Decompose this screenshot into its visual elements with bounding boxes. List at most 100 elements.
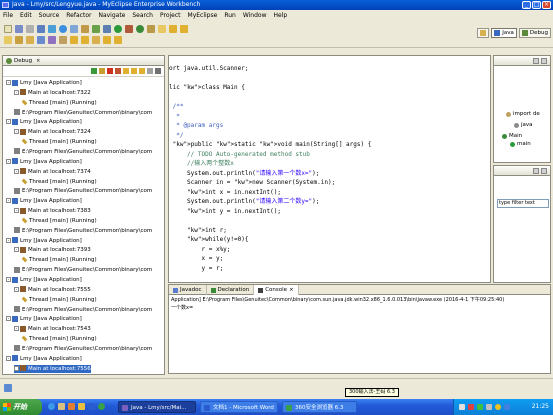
step-into-icon[interactable] (123, 68, 129, 74)
menu-myeclipse[interactable]: MyEclipse (188, 11, 218, 20)
debug-tree-item[interactable]: - Lmy [Java Application] (6, 118, 82, 126)
debug-run-icon[interactable] (103, 25, 111, 33)
view-menu-icon[interactable] (155, 68, 161, 74)
save-icon[interactable] (15, 25, 23, 33)
volume-icon[interactable] (486, 404, 492, 410)
browser-icon[interactable] (59, 25, 67, 33)
new-icon[interactable] (4, 25, 12, 33)
expand-toggle-icon[interactable]: - (6, 80, 11, 85)
open-perspective-button[interactable] (477, 28, 490, 38)
disconnect-icon[interactable] (115, 68, 121, 74)
menu-edit[interactable]: Edit (20, 11, 32, 20)
maximize-view-icon[interactable] (541, 167, 547, 174)
word-icon[interactable] (88, 403, 95, 410)
show-desktop-icon[interactable] (58, 403, 65, 410)
menu-help[interactable]: Help (274, 11, 288, 20)
debug-tree-item[interactable]: E:\Program Files\Genuitec\Common\binary\… (14, 148, 152, 156)
close-icon[interactable]: × (289, 285, 294, 295)
debug-tree-item[interactable]: - Lmy [Java Application] (6, 197, 82, 205)
tool-icon[interactable] (81, 25, 89, 33)
new-class-icon[interactable] (136, 25, 144, 33)
step-over-icon[interactable] (131, 68, 137, 74)
maximize-button[interactable]: □ (532, 1, 541, 9)
expand-toggle-icon[interactable]: - (14, 168, 19, 174)
debug-tree-item[interactable]: - Main at localhost:7383 (14, 207, 91, 215)
prev-annotation-icon[interactable] (81, 36, 89, 44)
next-annotation-icon[interactable] (70, 36, 78, 44)
debug-tree-item[interactable]: Thread [main] (Running) (21, 99, 97, 107)
debug-tree-item[interactable]: - Main at localhost:7543 (14, 325, 91, 333)
debug-tree-item[interactable]: - Lmy [Java Application] (6, 158, 82, 166)
debug-tree-item[interactable]: Thread [main] (Running) (21, 178, 97, 186)
expand-toggle-icon[interactable]: - (6, 355, 11, 361)
menu-project[interactable]: Project (160, 11, 181, 20)
minimize-view-icon[interactable] (533, 57, 539, 64)
menu-search[interactable]: Search (132, 11, 153, 20)
new-wizard-icon[interactable] (26, 36, 34, 44)
tab-javadoc[interactable]: Javadoc (169, 285, 207, 295)
tab-declaration[interactable]: Declaration (207, 285, 255, 295)
security-icon[interactable] (504, 404, 510, 410)
debug-tree-item[interactable]: - Main at localhost:7555 (14, 286, 91, 294)
outline-item[interactable]: java (514, 122, 533, 128)
debug-tab[interactable]: Debug × (3, 56, 164, 66)
debug-tree-item[interactable]: Thread [main] (Running) (21, 296, 97, 304)
taskbar-button[interactable]: Java - Lmy/src/Mai... (118, 401, 196, 413)
expand-toggle-icon[interactable]: - (14, 208, 19, 214)
code-editor[interactable]: ort java.util.Scanner; lic "kw">class Ma… (168, 55, 491, 283)
expand-toggle-icon[interactable]: - (6, 158, 11, 164)
expand-toggle-icon[interactable]: - (6, 237, 11, 243)
perspective-java[interactable]: Java (491, 28, 517, 38)
expand-toggle-icon[interactable]: - (14, 129, 19, 135)
print-icon[interactable] (26, 25, 34, 33)
run-icon[interactable] (114, 25, 122, 33)
browser-icon[interactable] (98, 403, 105, 410)
minimize-view-icon[interactable] (533, 167, 539, 174)
debug-tree-item[interactable]: - Main at localhost:7322 (14, 89, 91, 97)
ime-icon[interactable] (468, 404, 474, 410)
expand-toggle-icon[interactable]: - (6, 316, 11, 322)
expand-toggle-icon[interactable]: - (6, 198, 11, 204)
search-icon[interactable] (158, 25, 166, 33)
taskbar-button[interactable]: 文档1 - Microsoft Word (200, 401, 278, 413)
ie-icon[interactable] (48, 403, 55, 410)
external-tools-icon[interactable] (125, 25, 133, 33)
debug-tree-item[interactable]: E:\Program Files\Genuitec\Common\binary\… (14, 266, 152, 274)
last-edit-icon[interactable] (92, 36, 100, 44)
debug-tree-item[interactable]: - Lmy [Java Application] (6, 237, 82, 245)
expand-toggle-icon[interactable]: - (14, 89, 19, 95)
pen-icon[interactable] (48, 36, 56, 44)
terminate-icon[interactable] (107, 68, 113, 74)
debug-tree-item[interactable]: E:\Program Files\Genuitec\Common\binary\… (14, 109, 152, 117)
debug-tree-item[interactable]: - Main at localhost:7374 (14, 168, 91, 176)
menu-file[interactable]: File (3, 11, 13, 20)
debug-tree-item[interactable]: E:\Program Files\Genuitec\Common\binary\… (14, 227, 152, 235)
debug-tree-item[interactable]: - Main at localhost:7393 (14, 246, 91, 254)
explorer-icon[interactable] (78, 403, 85, 410)
expand-toggle-icon[interactable]: - (14, 326, 19, 332)
debug-tree-item[interactable]: Thread [main] (Running) (21, 217, 97, 225)
spring-icon[interactable] (92, 25, 100, 33)
debug-tree-item[interactable]: E:\Program Files\Genuitec\Common\binary\… (14, 345, 152, 353)
nav-forward-icon[interactable] (114, 36, 122, 44)
expand-toggle-icon[interactable]: - (14, 286, 19, 292)
debug-tree-item[interactable]: + Main at localhost:7556 (14, 364, 91, 373)
nav-back-icon[interactable] (103, 36, 111, 44)
drop-frame-icon[interactable] (147, 68, 153, 74)
debug-tree-item[interactable]: Thread [main] (Running) (21, 256, 97, 264)
menu-source[interactable]: Source (39, 11, 60, 20)
debug-tree-item[interactable]: - Lmy [Java Application] (6, 355, 82, 363)
code-text[interactable]: ort java.util.Scanner; lic "kw">class Ma… (169, 64, 371, 273)
network-icon[interactable] (459, 404, 465, 410)
debug-tree-item[interactable]: Thread [main] (Running) (21, 138, 97, 146)
forward-icon[interactable] (180, 25, 188, 33)
annotation-icon[interactable] (37, 36, 45, 44)
perspective-debug[interactable]: Debug (518, 28, 551, 38)
expand-toggle-icon[interactable]: + (14, 365, 19, 371)
debug-tree-item[interactable]: - Main at localhost:7324 (14, 128, 91, 136)
folder-icon[interactable] (4, 36, 12, 44)
expand-toggle-icon[interactable]: - (14, 247, 19, 253)
antivirus-icon[interactable] (477, 404, 483, 410)
media-icon[interactable] (68, 403, 75, 410)
minimize-button[interactable]: _ (522, 1, 531, 9)
